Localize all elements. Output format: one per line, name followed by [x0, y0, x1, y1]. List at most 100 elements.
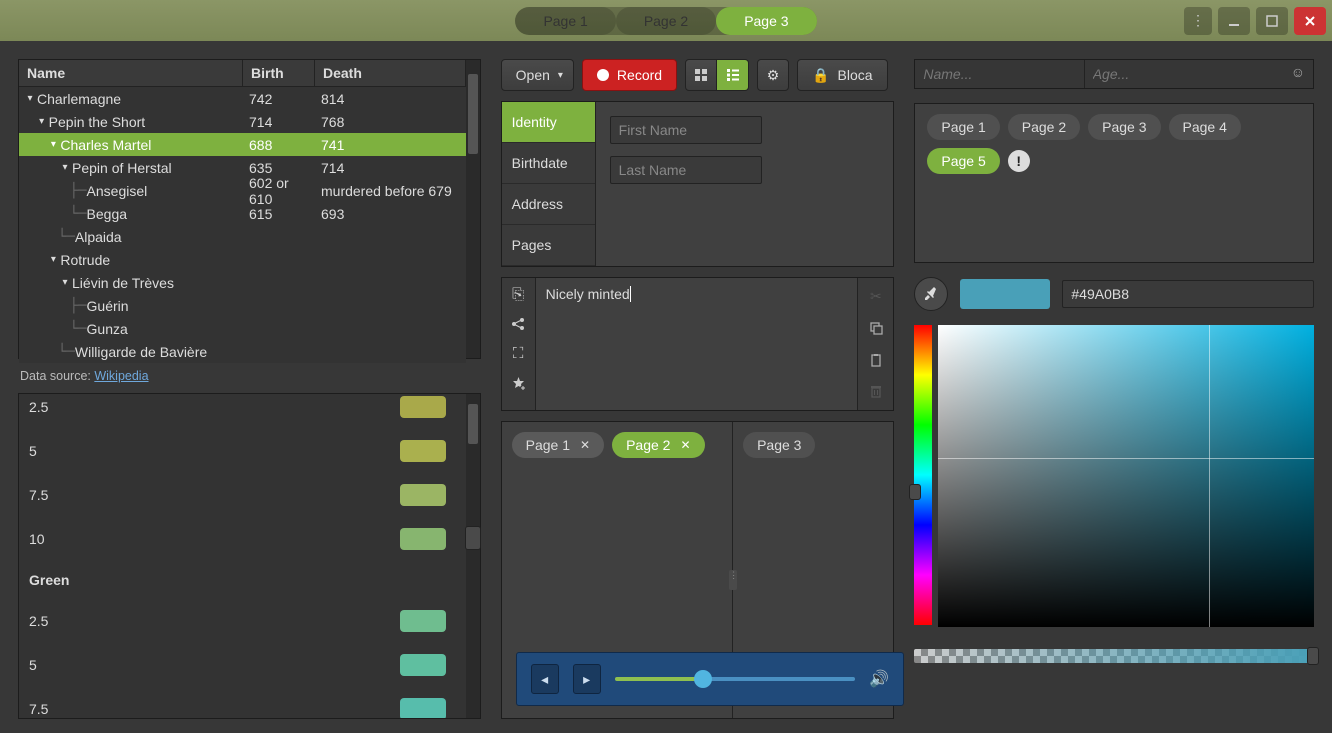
prev-button[interactable]: ◂	[531, 664, 559, 694]
color-chip-row[interactable]: 10	[19, 517, 466, 561]
volume-icon[interactable]: 🔊	[869, 669, 889, 689]
tree-death: murdered before 679	[315, 183, 466, 199]
first-name-field[interactable]	[610, 116, 762, 144]
hue-slider[interactable]	[914, 325, 932, 625]
open-button[interactable]: Open ▾	[501, 59, 574, 91]
eyedropper-icon	[923, 286, 939, 302]
copy-icon[interactable]: ⎘	[512, 286, 524, 303]
color-preview-swatch	[960, 279, 1050, 309]
expand-arrow-icon[interactable]: ▾	[58, 277, 72, 288]
alpha-thumb[interactable]	[1307, 647, 1319, 665]
color-chip-row[interactable]: 5	[19, 643, 466, 687]
col-name[interactable]: Name	[19, 60, 243, 86]
eyedropper-button[interactable]	[914, 277, 948, 311]
tab-birthdate[interactable]: Birthdate	[502, 143, 595, 184]
tree-row[interactable]: ├─ Guérin	[19, 294, 466, 317]
tree-row[interactable]: └─ Alpaida	[19, 225, 466, 248]
color-swatch	[400, 396, 446, 418]
window-controls: ⋮	[1184, 7, 1326, 35]
settings-button[interactable]: ⚙	[757, 59, 789, 91]
tree-row[interactable]: ▾ Charlemagne742814	[19, 87, 466, 110]
search-bar: ☺	[914, 59, 1314, 89]
alpha-slider[interactable]	[914, 649, 1314, 663]
right-page-3[interactable]: Page 3	[1088, 114, 1160, 140]
tree-row[interactable]: ▾ Rotrude	[19, 248, 466, 271]
record-button[interactable]: Record	[582, 59, 677, 91]
data-source-link[interactable]: Wikipedia	[94, 369, 148, 383]
tree-row[interactable]: ▾ Liévin de Trèves	[19, 271, 466, 294]
tab-address[interactable]: Address	[502, 184, 595, 225]
titlebar-page-1[interactable]: Page 1	[515, 7, 615, 35]
duplicate-icon[interactable]	[863, 318, 889, 340]
play-button[interactable]: ▸	[573, 664, 601, 694]
tree-row[interactable]: ├─ Ansegisel602 or 610murdered before 67…	[19, 179, 466, 202]
alert-icon[interactable]: !	[1008, 150, 1030, 172]
mid-toolbar: Open ▾ Record ⚙ 🔒 Bloca	[501, 59, 895, 91]
form-side-tabs: Identity Birthdate Address Pages	[502, 102, 596, 266]
right-page-5[interactable]: Page 5	[927, 148, 999, 174]
tree-row[interactable]: └─ Gunza	[19, 317, 466, 340]
titlebar-page-3[interactable]: Page 3	[716, 7, 816, 35]
color-chip-row[interactable]: 2.5	[19, 396, 466, 429]
expand-arrow-icon[interactable]: ▾	[58, 162, 72, 173]
tree-row[interactable]: └─ Willigarde de Bavière	[19, 340, 466, 363]
expand-arrow-icon[interactable]: ▾	[46, 139, 60, 150]
hex-input[interactable]	[1062, 280, 1314, 308]
right-page-1[interactable]: Page 1	[927, 114, 999, 140]
close-icon[interactable]: ✕	[680, 438, 690, 452]
color-chip-row[interactable]: 5	[19, 429, 466, 473]
tab-identity[interactable]: Identity	[502, 102, 595, 143]
bottom-tab-page3[interactable]: Page 3	[743, 432, 815, 458]
lock-button[interactable]: 🔒 Bloca	[797, 59, 887, 91]
tree-birth: 635	[243, 160, 315, 176]
tree-row[interactable]: ▾ Charles Martel688741	[19, 133, 466, 156]
tree-node-label: Charles Martel	[60, 137, 151, 153]
bottom-tab-page1[interactable]: Page 1 ✕	[512, 432, 604, 458]
tab-pages[interactable]: Pages	[502, 225, 595, 266]
color-list-scrollbar[interactable]	[466, 394, 480, 718]
editor-textarea[interactable]: Nicely minted	[536, 278, 858, 410]
right-page-4[interactable]: Page 4	[1169, 114, 1241, 140]
editor-right-tools: ✂	[857, 278, 893, 410]
seek-thumb[interactable]	[694, 670, 712, 688]
age-search-input[interactable]	[1085, 60, 1283, 88]
share-icon[interactable]	[511, 317, 525, 331]
media-seek-slider[interactable]	[615, 677, 856, 681]
kebab-menu-icon[interactable]: ⋮	[1184, 7, 1212, 35]
titlebar-page-2[interactable]: Page 2	[616, 7, 716, 35]
hue-thumb[interactable]	[909, 484, 921, 500]
genealogy-tree: Name Birth Death ▾ Charlemagne742814 ▾ P…	[18, 59, 481, 359]
color-chip-row[interactable]: 7.5	[19, 473, 466, 517]
tree-row[interactable]: └─ Begga615693	[19, 202, 466, 225]
color-slider-handle[interactable]	[465, 526, 481, 550]
paste-icon[interactable]	[863, 349, 889, 371]
expand-arrow-icon[interactable]: ▾	[46, 254, 60, 265]
list-view-button[interactable]	[717, 59, 749, 91]
tree-node-label: Pepin of Herstal	[72, 160, 172, 176]
right-page-2[interactable]: Page 2	[1008, 114, 1080, 140]
color-chip-row[interactable]: 7.5	[19, 687, 466, 718]
cut-icon[interactable]: ✂	[863, 286, 889, 308]
star-add-icon[interactable]	[511, 376, 526, 391]
fullscreen-icon[interactable]: ⛶	[513, 345, 524, 362]
grid-view-button[interactable]	[685, 59, 717, 91]
minimize-button[interactable]	[1218, 7, 1250, 35]
expand-arrow-icon[interactable]: ▾	[35, 116, 49, 127]
tree-scrollbar[interactable]	[466, 60, 480, 358]
last-name-field[interactable]	[610, 156, 762, 184]
trash-icon[interactable]	[863, 381, 889, 403]
col-death[interactable]: Death	[315, 60, 466, 86]
tree-row[interactable]: ▾ Pepin the Short714768	[19, 110, 466, 133]
tree-node-label: Pepin the Short	[49, 114, 146, 130]
close-button[interactable]	[1294, 7, 1326, 35]
emoji-icon[interactable]: ☺	[1283, 60, 1313, 88]
expand-arrow-icon[interactable]: ▾	[23, 93, 37, 104]
splitter-handle[interactable]: ⋮	[729, 570, 737, 590]
color-chip-row[interactable]: 2.5	[19, 599, 466, 643]
maximize-button[interactable]	[1256, 7, 1288, 35]
saturation-value-box[interactable]	[938, 325, 1314, 627]
name-search-input[interactable]	[915, 60, 1083, 88]
close-icon[interactable]: ✕	[580, 438, 590, 452]
bottom-tab-page2[interactable]: Page 2 ✕	[612, 432, 704, 458]
col-birth[interactable]: Birth	[243, 60, 315, 86]
